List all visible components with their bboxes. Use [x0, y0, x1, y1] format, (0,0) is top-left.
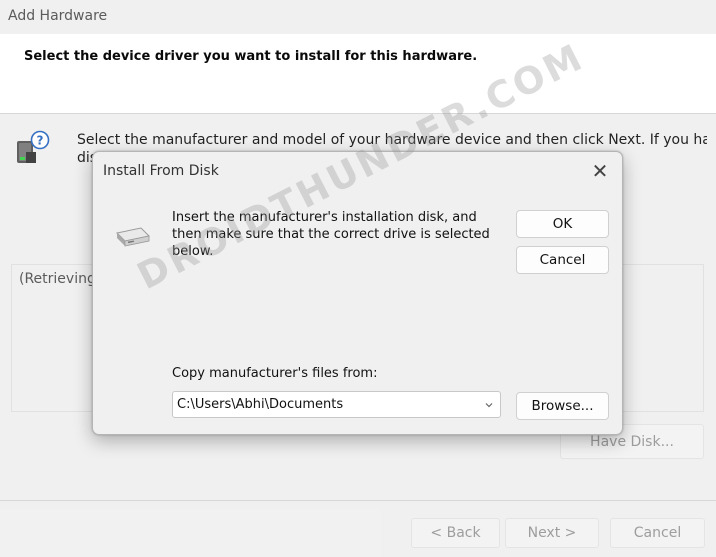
- copy-from-label: Copy manufacturer's files from:: [172, 366, 378, 381]
- dialog-message: Insert the manufacturer's installation d…: [172, 210, 490, 259]
- chevron-down-icon[interactable]: [484, 400, 494, 410]
- copy-from-path[interactable]: C:\Users\Abhi\Documents: [177, 397, 343, 412]
- dialog-title: Install From Disk: [103, 163, 219, 179]
- install-from-disk-dialog: Install From Disk ✕ Insert the manufactu…: [92, 151, 623, 435]
- copy-from-combobox[interactable]: C:\Users\Abhi\Documents: [172, 391, 501, 418]
- close-icon[interactable]: ✕: [578, 152, 622, 190]
- dialog-titlebar: Install From Disk ✕: [93, 152, 622, 190]
- disk-drive-icon: [115, 227, 151, 247]
- dialog-cancel-button[interactable]: Cancel: [516, 246, 609, 274]
- ok-button[interactable]: OK: [516, 210, 609, 238]
- browse-button[interactable]: Browse...: [516, 392, 609, 420]
